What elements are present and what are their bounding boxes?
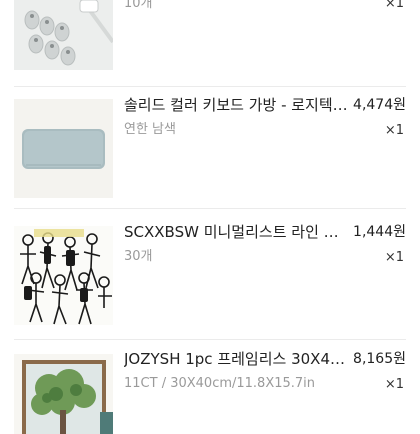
order-item[interactable]: JOZYSH 1pc 프레임리스 30X40cm 크로... 8,165원 11…	[0, 349, 420, 434]
item-price: 4,474원	[353, 97, 406, 113]
divider	[14, 208, 406, 209]
item-quantity: ×1	[384, 377, 404, 392]
item-quantity: ×1	[384, 0, 404, 11]
line-figure-poster-product-image[interactable]	[14, 226, 113, 325]
item-price: 8,165원	[353, 351, 406, 367]
item-price: 1,444원	[353, 224, 406, 240]
item-option: 30개	[124, 249, 153, 264]
clip-clamps-product-image[interactable]	[14, 0, 113, 70]
item-quantity: ×1	[384, 250, 404, 265]
item-title[interactable]: JOZYSH 1pc 프레임리스 30X40cm 크로...	[124, 349, 350, 369]
item-title[interactable]: 솔리드 컬러 키보드 가방 - 로지텍 K380...	[124, 95, 350, 115]
divider	[14, 339, 406, 340]
cross-stitch-tree-product-image[interactable]	[14, 354, 113, 434]
item-title[interactable]: SCXXBSW 미니멀리스트 라인 피규어 아...	[124, 222, 350, 242]
keyboard-pouch-product-image[interactable]	[14, 99, 113, 198]
item-quantity: ×1	[384, 123, 404, 138]
item-option: 11CT / 30X40cm/11.8X15.7in	[124, 376, 316, 391]
order-item[interactable]: 10개 ×1	[0, 0, 420, 78]
divider	[14, 86, 406, 87]
order-item[interactable]: SCXXBSW 미니멀리스트 라인 피규어 아... 1,444원 30개 ×1	[0, 222, 420, 332]
order-item[interactable]: 솔리드 컬러 키보드 가방 - 로지텍 K380... 4,474원 연한 남색…	[0, 95, 420, 207]
item-option: 10개	[124, 0, 153, 11]
item-option: 연한 남색	[124, 122, 176, 137]
